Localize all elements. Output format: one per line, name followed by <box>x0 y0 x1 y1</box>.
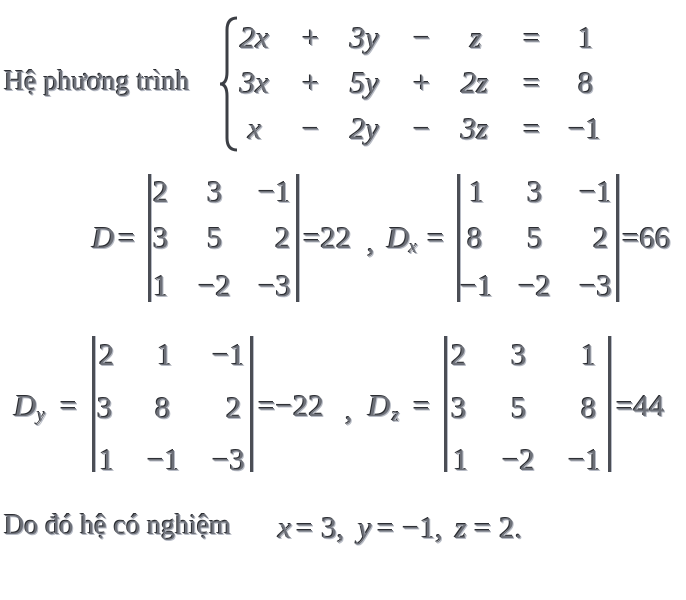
matrix-cell: −2 <box>198 268 231 303</box>
matrix-cell: 2 <box>451 337 467 372</box>
matrix-cell: 1 <box>157 337 173 372</box>
solution-y-variable: y <box>358 510 372 545</box>
determinant-result: =66 <box>622 220 671 255</box>
term-2y: 2y <box>350 111 380 146</box>
matrix-cell: −3 <box>579 268 612 303</box>
system-brace <box>219 16 238 152</box>
matrix-cell: 1 <box>453 442 469 477</box>
equals-sign: = <box>523 111 541 146</box>
matrix-right-bar <box>296 174 299 302</box>
matrix-right-bar <box>616 174 619 302</box>
determinant-subscript: z <box>392 405 400 426</box>
matrix-cell: 2 <box>153 174 169 209</box>
matrix-cell: −3 <box>258 268 291 303</box>
operator-plus: + <box>413 65 431 100</box>
term-2x: 2x <box>240 20 270 55</box>
determinant-subscript: x <box>409 237 418 258</box>
matrix-cell: −1 <box>568 442 601 477</box>
equals-sign: = <box>413 388 431 423</box>
term-5y: 5y <box>350 65 380 100</box>
matrix-cell: −1 <box>258 174 291 209</box>
term-2z: 2z <box>461 65 489 100</box>
matrix-cell: 5 <box>511 390 527 425</box>
matrix-cell: 3 <box>97 390 113 425</box>
solution-z-value: = 2. <box>474 510 523 545</box>
matrix-cell: 2 <box>593 220 609 255</box>
matrix-cell: −1 <box>147 442 180 477</box>
system-label: Hệ phương trình <box>4 66 190 97</box>
term-3y: 3y <box>350 20 380 55</box>
matrix-cell: 2 <box>226 390 242 425</box>
separator-comma: , <box>345 392 353 427</box>
solution-x-value: = 3, <box>296 510 345 545</box>
matrix-cell: 5 <box>207 220 223 255</box>
term-3x: 3x <box>240 65 270 100</box>
equals-sign: = <box>427 220 445 255</box>
matrix-cell: 1 <box>99 442 115 477</box>
matrix-left-bar <box>444 336 447 472</box>
rhs-value: 8 <box>578 65 594 100</box>
matrix-cell: −1 <box>579 174 612 209</box>
determinant-subscript: y <box>37 405 46 426</box>
matrix-cell: 3 <box>511 337 527 372</box>
matrix-cell: 8 <box>155 390 171 425</box>
matrix-cell: 2 <box>99 337 115 372</box>
matrix-left-bar <box>148 174 151 302</box>
solution-x-variable: x <box>278 510 292 545</box>
determinant-name: D <box>92 220 115 255</box>
determinant-result: =−22 <box>258 388 324 423</box>
matrix-cell: 8 <box>467 220 483 255</box>
matrix-cell: −1 <box>212 337 245 372</box>
rhs-value: −1 <box>568 111 601 146</box>
solution-z-variable: z <box>455 510 468 545</box>
operator-minus: − <box>302 111 320 146</box>
equals-sign: = <box>523 65 541 100</box>
matrix-cell: 3 <box>153 220 169 255</box>
operator-minus: − <box>413 20 431 55</box>
matrix-cell: 2 <box>275 220 291 255</box>
determinant-name: D <box>14 388 37 423</box>
matrix-left-bar <box>92 336 95 472</box>
matrix-right-bar <box>608 336 611 472</box>
operator-plus: + <box>302 65 320 100</box>
matrix-right-bar <box>250 336 253 472</box>
matrix-cell: −2 <box>518 268 551 303</box>
determinant-name: D <box>387 220 410 255</box>
equals-sign: = <box>118 220 136 255</box>
term-x: x <box>248 111 262 146</box>
matrix-cell: 3 <box>207 174 223 209</box>
matrix-cell: 8 <box>581 390 597 425</box>
matrix-cell: 5 <box>527 220 543 255</box>
term-3z: 3z <box>461 111 489 146</box>
determinant-result: =44 <box>616 388 665 423</box>
equals-sign: = <box>60 388 78 423</box>
conclusion-text: Do đó hệ có nghiệm <box>4 510 232 541</box>
matrix-cell: 1 <box>581 337 597 372</box>
rhs-value: 1 <box>578 20 594 55</box>
separator-comma: , <box>367 224 375 259</box>
operator-plus: + <box>302 20 320 55</box>
matrix-cell: 1 <box>469 174 485 209</box>
matrix-cell: −2 <box>502 442 535 477</box>
matrix-cell: 1 <box>153 268 169 303</box>
solution-y-value: = −1, <box>377 510 443 545</box>
determinant-name: D <box>368 388 391 423</box>
matrix-cell: −3 <box>212 442 245 477</box>
term-z: z <box>470 20 483 55</box>
matrix-cell: −1 <box>460 268 493 303</box>
determinant-result: =22 <box>303 220 352 255</box>
operator-minus: − <box>413 111 431 146</box>
matrix-cell: 3 <box>527 174 543 209</box>
matrix-cell: 3 <box>451 390 467 425</box>
equals-sign: = <box>523 20 541 55</box>
